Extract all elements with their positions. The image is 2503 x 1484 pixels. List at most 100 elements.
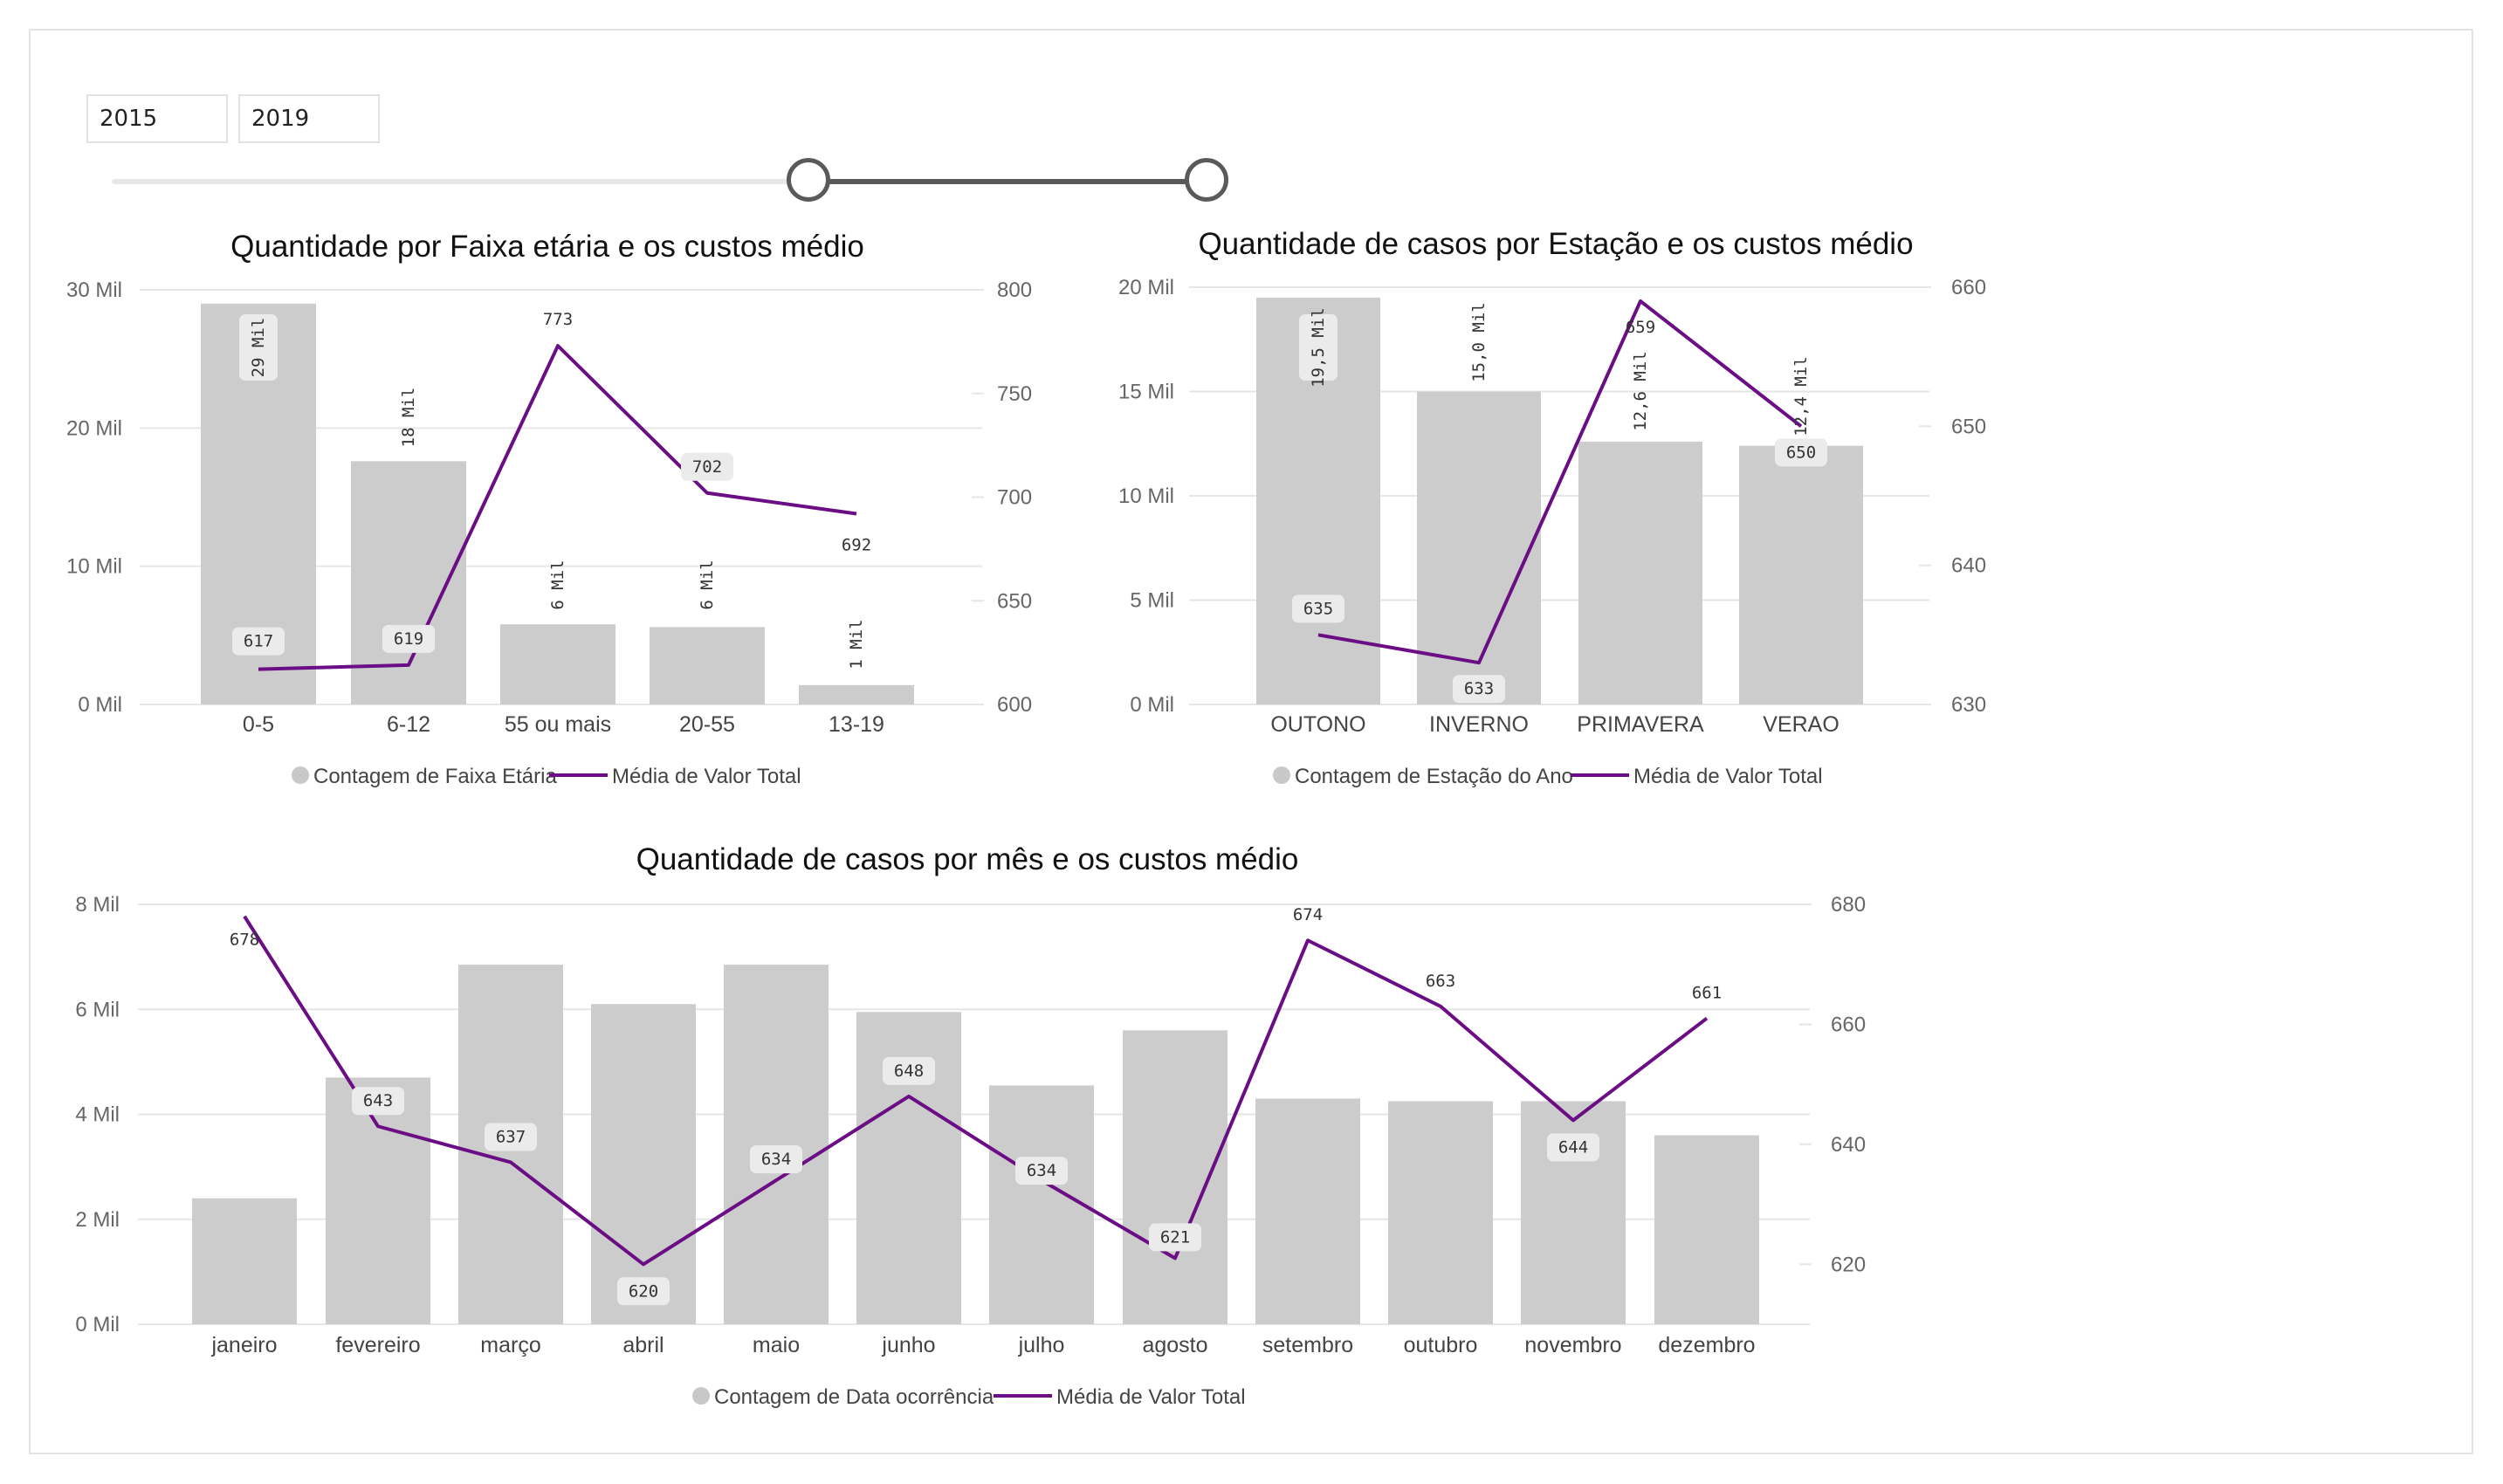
category-label: março [480, 1333, 540, 1357]
category-label: 0-5 [243, 712, 274, 737]
bar [989, 1085, 1094, 1324]
category-label: OUTONO [1270, 712, 1365, 737]
legend-line-label: Média de Valor Total [1633, 765, 1823, 788]
bar [650, 627, 765, 704]
category-label: janeiro [210, 1333, 277, 1357]
chart-legend: Contagem de Faixa Etária Média de Valor … [292, 765, 801, 788]
line-data-label: 619 [394, 629, 423, 649]
season-chart: Quantidade de casos por Estação e os cus… [1118, 227, 1986, 788]
bar [1123, 1030, 1227, 1324]
category-label: julho [1018, 1333, 1065, 1357]
category-label: novembro [1524, 1333, 1621, 1357]
left-axis-tick-label: 30 Mil [66, 278, 122, 302]
bar-data-label: 1 Mil [847, 619, 866, 669]
category-label: INVERNO [1429, 712, 1529, 737]
right-axis-tick-label: 640 [1951, 554, 1986, 578]
left-axis-tick-label: 8 Mil [75, 893, 120, 917]
legend-bar-label: Contagem de Estação do Ano [1295, 765, 1573, 788]
bar-data-label: 12,6 Mil [1631, 351, 1650, 431]
right-axis-tick-label: 650 [1951, 415, 1986, 438]
right-axis-tick-label: 700 [997, 486, 1032, 510]
bar [1578, 441, 1702, 704]
bar-data-label: 29 Mil [249, 318, 268, 378]
chart-legend: Contagem de Estação do Ano Média de Valo… [1273, 765, 1823, 788]
line-data-label: 621 [1160, 1227, 1190, 1247]
legend-bar-label: Contagem de Faixa Etária [313, 765, 557, 788]
line-data-label: 661 [1692, 984, 1722, 1003]
bar-data-label: 15,0 Mil [1469, 302, 1489, 382]
category-label: 20-55 [679, 712, 735, 737]
bar [724, 965, 829, 1324]
line-data-label: 617 [244, 632, 273, 651]
average-value-line [1317, 299, 1803, 665]
category-label: maio [753, 1333, 800, 1357]
bar [1388, 1101, 1493, 1324]
line-data-label: 634 [761, 1150, 791, 1169]
category-label: outubro [1404, 1333, 1478, 1357]
right-axis-tick-label: 620 [1831, 1253, 1866, 1276]
left-axis-tick-label: 15 Mil [1118, 381, 1174, 404]
line-data-label: 637 [496, 1127, 526, 1146]
legend-bar-swatch [1273, 766, 1290, 784]
line-data-label: 702 [692, 457, 722, 477]
line-data-label: 674 [1293, 905, 1323, 924]
bar [1255, 1098, 1360, 1324]
category-label: 55 ou mais [505, 712, 611, 737]
left-axis-tick-label: 0 Mil [75, 1313, 120, 1336]
line-data-label: 659 [1626, 318, 1655, 337]
category-label: dezembro [1658, 1333, 1755, 1357]
right-axis-tick-label: 630 [1951, 693, 1986, 717]
right-axis-tick-label: 660 [1831, 1013, 1866, 1036]
category-label: VERAO [1763, 712, 1839, 737]
bar-data-label: 18 Mil [399, 388, 418, 448]
bar [192, 1198, 297, 1324]
legend-bar-swatch [292, 766, 309, 784]
legend-bar-swatch [692, 1387, 710, 1405]
chart-title: Quantidade de casos por Estação e os cus… [1198, 227, 1913, 261]
bar-data-label: 6 Mil [548, 560, 567, 609]
category-label: 13-19 [829, 712, 884, 737]
chart-legend: Contagem de Data ocorrência Média de Val… [692, 1385, 1246, 1409]
right-axis-tick-label: 640 [1831, 1133, 1866, 1157]
left-axis-tick-label: 10 Mil [66, 555, 122, 579]
left-axis-tick-label: 20 Mil [66, 416, 122, 440]
bar-data-label: 19,5 Mil [1309, 307, 1328, 388]
age-group-chart: Quantidade por Faixa etária e os custos … [66, 230, 1032, 788]
bar [1417, 391, 1541, 704]
left-axis-tick-label: 10 Mil [1118, 484, 1174, 508]
category-label: junho [881, 1333, 935, 1357]
bar-data-label: 12,4 Mil [1791, 356, 1811, 436]
left-axis-tick-label: 2 Mil [75, 1208, 120, 1232]
category-label: setembro [1262, 1333, 1353, 1357]
chart-title: Quantidade por Faixa etária e os custos … [230, 230, 864, 264]
bar [799, 684, 914, 704]
bar [591, 1004, 696, 1324]
right-axis-tick-label: 680 [1831, 893, 1866, 917]
category-label: 6-12 [387, 712, 430, 737]
line-data-label: 773 [543, 310, 573, 329]
chart-title: Quantidade de casos por mês e os custos … [636, 842, 1299, 876]
right-axis-tick-label: 650 [997, 589, 1032, 613]
legend-line-label: Média de Valor Total [612, 765, 801, 788]
line-data-label: 634 [1027, 1161, 1056, 1180]
category-label: PRIMAVERA [1577, 712, 1704, 737]
line-data-label: 635 [1303, 599, 1333, 618]
line-data-label: 633 [1464, 679, 1494, 698]
line-data-label: 643 [363, 1091, 393, 1110]
bar [1739, 445, 1863, 704]
category-label: abril [622, 1333, 664, 1357]
bar-data-label: 6 Mil [698, 560, 717, 609]
line-data-label: 650 [1786, 443, 1816, 462]
left-axis-tick-label: 20 Mil [1118, 276, 1174, 299]
bar [1654, 1135, 1759, 1324]
line-data-label: 648 [894, 1061, 924, 1081]
left-axis-tick-label: 4 Mil [75, 1103, 120, 1127]
charts-layer: Quantidade por Faixa etária e os custos … [66, 227, 1986, 1409]
category-label: fevereiro [335, 1333, 420, 1357]
left-axis-tick-label: 6 Mil [75, 998, 120, 1021]
right-axis-tick-label: 660 [1951, 276, 1986, 299]
right-axis-tick-label: 600 [997, 693, 1032, 717]
month-chart: Quantidade de casos por mês e os custos … [75, 842, 1866, 1409]
legend-bar-label: Contagem de Data ocorrência [714, 1385, 994, 1409]
left-axis-tick-label: 0 Mil [78, 693, 122, 717]
